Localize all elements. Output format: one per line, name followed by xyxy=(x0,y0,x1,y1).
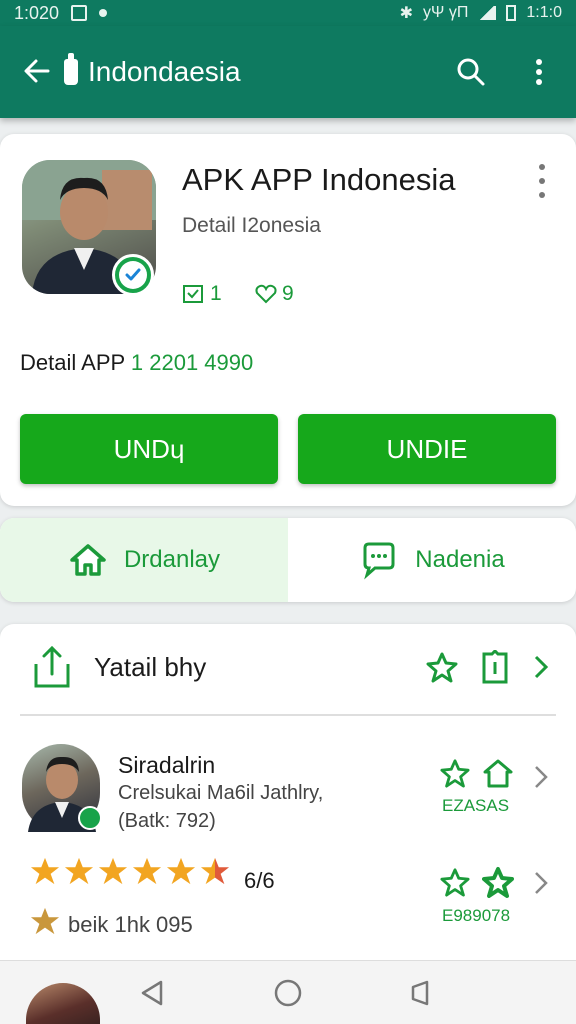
tab-home[interactable]: Drdanlay xyxy=(0,518,288,602)
star-icon[interactable] xyxy=(440,867,470,897)
chat-icon xyxy=(363,542,395,580)
share-icon[interactable] xyxy=(32,644,72,695)
home-outline-icon[interactable] xyxy=(482,758,514,788)
rating-stars xyxy=(30,856,230,886)
star-filled-icon xyxy=(132,857,162,885)
overflow-menu-icon[interactable] xyxy=(522,55,556,89)
notification-dot-icon xyxy=(99,9,108,17)
verified-check-icon xyxy=(112,254,154,296)
chevron-right-icon[interactable] xyxy=(532,870,550,896)
network-text: уΨ γΠ xyxy=(423,4,469,21)
details-list-card: Yatail bhy Siradalrin Crelsukai Ma6il Ja… xyxy=(0,624,576,964)
chevron-right-icon[interactable] xyxy=(532,764,550,790)
small-star-icon xyxy=(30,907,60,935)
secondary-button[interactable]: UNDIE xyxy=(298,414,556,484)
reviewer-verified-icon xyxy=(78,806,102,830)
star-filled-icon xyxy=(166,857,196,885)
back-arrow-icon[interactable] xyxy=(20,54,54,88)
search-icon[interactable] xyxy=(454,55,488,89)
status-time: 1:020 xyxy=(14,2,60,23)
review-code-2: E989078 xyxy=(442,906,511,925)
download-stat: 1 xyxy=(182,282,222,306)
download-icon xyxy=(183,285,203,303)
bookmark-icon[interactable] xyxy=(480,650,510,684)
list-header-label: Yatail bhy xyxy=(94,652,207,682)
detail-label: Detail APP xyxy=(20,350,125,375)
detail-number: 1 2201 4990 xyxy=(130,350,254,375)
nav-back-icon[interactable] xyxy=(134,975,170,1011)
tabs-card: Drdanlay Nadenia xyxy=(0,518,576,602)
summary-text: beik 1hk 095 xyxy=(68,912,193,937)
card-overflow-icon[interactable] xyxy=(528,164,556,198)
star-filled-icon xyxy=(30,857,60,885)
nav-recent-icon[interactable] xyxy=(402,975,438,1011)
tab-home-label: Drdanlay xyxy=(123,546,221,573)
star-filled-icon xyxy=(98,857,128,885)
heart-icon xyxy=(255,284,277,304)
star-filled-icon xyxy=(64,857,94,885)
tab-chat[interactable]: Nadenia xyxy=(288,518,576,602)
like-count: 9 xyxy=(282,282,294,305)
primary-button[interactable]: UNDɥ xyxy=(20,414,278,484)
reviewer-name: Siradalrin xyxy=(118,752,216,778)
image-notification-icon xyxy=(71,5,88,21)
app-subtitle: Detail I2onesia xyxy=(182,214,321,237)
reviewer-count: (Batk: 792) xyxy=(118,810,216,832)
review-code-1: EZASAS xyxy=(442,796,510,815)
rating-text: 6/6 xyxy=(244,868,275,893)
signal-icon xyxy=(478,6,497,20)
bluetooth-icon: ✱ xyxy=(399,5,414,22)
reviewer-description: Crelsukai Ma6il Jathlry, xyxy=(118,782,324,804)
divider xyxy=(20,714,556,716)
profile-avatar[interactable] xyxy=(26,983,100,1024)
status-bar: 1:020 ✱ уΨ γΠ 1:1:0 xyxy=(0,0,576,26)
bottle-icon xyxy=(64,53,78,85)
star-icon[interactable] xyxy=(426,651,458,683)
system-nav-bar xyxy=(0,960,576,1024)
star-half-icon xyxy=(200,857,230,885)
chevron-right-icon[interactable] xyxy=(532,654,550,680)
like-stat: 9 xyxy=(254,282,294,306)
tab-chat-label: Nadenia xyxy=(415,546,505,573)
star-bold-icon[interactable] xyxy=(482,866,514,898)
detail-line: Detail APP 1 2201 4990 xyxy=(20,350,253,376)
toolbar: Indondaesia xyxy=(0,26,576,118)
header-actions xyxy=(426,650,510,684)
app-name: APK APP Indonesia xyxy=(182,162,456,197)
app-card: APK APP Indonesia Detail I2onesia 1 9 De… xyxy=(0,134,576,506)
home-icon xyxy=(70,544,106,576)
review-actions-2 xyxy=(440,866,514,898)
download-count: 1 xyxy=(210,282,222,305)
battery-icon xyxy=(506,5,517,21)
nav-home-icon[interactable] xyxy=(270,975,306,1011)
page-title: Indondaesia xyxy=(88,56,241,87)
status-time-right: 1:1:0 xyxy=(526,4,562,21)
star-icon[interactable] xyxy=(440,758,470,788)
review-actions-1 xyxy=(440,758,514,788)
